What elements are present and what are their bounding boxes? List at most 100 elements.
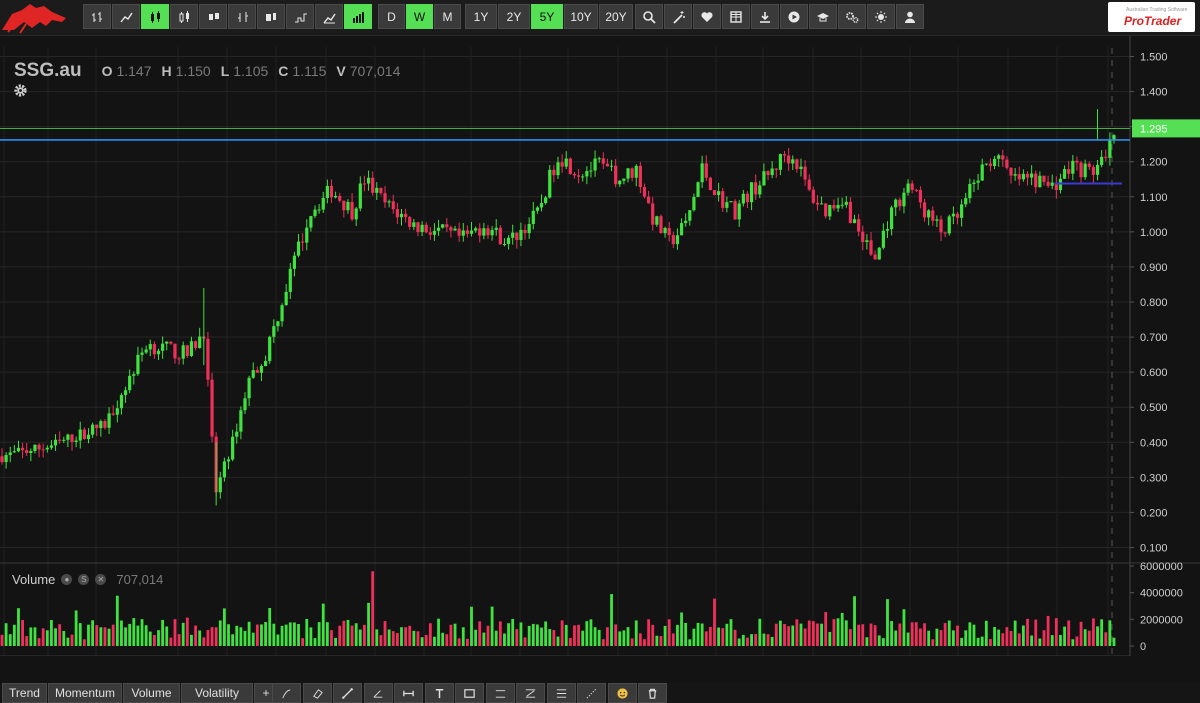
candle xyxy=(1083,163,1087,178)
volume-bar xyxy=(325,622,329,646)
volume-bar xyxy=(869,623,873,646)
channel-tool-button[interactable] xyxy=(546,683,576,703)
volume-bar xyxy=(873,625,877,646)
measure-tool-button[interactable] xyxy=(394,683,423,703)
eye-icon[interactable]: ● xyxy=(61,574,73,585)
volume-bar xyxy=(779,620,782,646)
volume-bar xyxy=(676,624,679,646)
chart-type-volume-candles-button[interactable] xyxy=(257,4,285,29)
cogs-button[interactable] xyxy=(838,4,866,29)
fibonacci-tool-button[interactable] xyxy=(516,683,545,703)
candle xyxy=(848,201,853,224)
candle xyxy=(811,189,815,203)
candle xyxy=(671,235,675,245)
volume-bar xyxy=(498,621,502,646)
indicator-tab-volume[interactable]: Volume xyxy=(123,683,180,703)
indicator-tab-momentum[interactable]: Momentum xyxy=(48,683,122,703)
chart-type-ohlc-bars-button[interactable] xyxy=(83,4,111,29)
volume-bar xyxy=(214,627,218,646)
indicator-tab-volatility[interactable]: Volatility xyxy=(181,683,253,703)
emoji-tool-button[interactable] xyxy=(607,683,637,703)
candle xyxy=(177,358,181,360)
interval-m-button[interactable]: M xyxy=(434,4,461,29)
volume-bar xyxy=(544,621,548,646)
volume-bar xyxy=(148,631,152,646)
candle xyxy=(819,203,824,205)
sun-button[interactable] xyxy=(867,4,895,29)
candle xyxy=(737,203,741,220)
candle xyxy=(988,163,993,166)
candle xyxy=(609,165,614,167)
heart-button[interactable] xyxy=(693,4,721,29)
play-button[interactable] xyxy=(780,4,808,29)
gear-icon[interactable] xyxy=(13,83,28,98)
trendline-tool-button[interactable] xyxy=(333,683,362,703)
chart-type-heikin-ashi-button[interactable] xyxy=(199,4,227,29)
candle xyxy=(663,227,667,234)
grid-icon xyxy=(730,10,742,23)
chart-type-candles-button[interactable] xyxy=(141,4,169,29)
candle xyxy=(564,158,568,167)
volume-tick-label: 6000000 xyxy=(1140,561,1183,573)
volume-bar xyxy=(58,624,62,646)
range-20y-button[interactable]: 20Y xyxy=(599,4,633,29)
volume-bar xyxy=(585,621,589,646)
volume-bar xyxy=(626,627,630,646)
text-tool-button[interactable] xyxy=(424,683,454,703)
user-button[interactable] xyxy=(896,4,924,29)
search-button[interactable] xyxy=(635,4,663,29)
chart-type-volume-bars-button[interactable] xyxy=(344,4,372,29)
volume-bar xyxy=(692,628,696,646)
candle xyxy=(1001,155,1005,160)
cursor-tool-button[interactable] xyxy=(272,683,301,703)
interval-w-button[interactable]: W xyxy=(406,4,433,29)
volume-bar xyxy=(980,636,984,646)
hollow-candles-icon xyxy=(179,10,189,23)
candle xyxy=(1071,160,1075,174)
rectangle-tool-button[interactable] xyxy=(455,683,484,703)
grid-button[interactable] xyxy=(722,4,750,29)
horizontal-line-tool-button[interactable] xyxy=(485,683,515,703)
indicator-tab-trend-label: Trend xyxy=(9,686,40,700)
trash-tool-button[interactable] xyxy=(638,683,667,703)
candle xyxy=(992,158,997,166)
price-tick-label: 1.000 xyxy=(1140,227,1168,239)
magic-wand-button[interactable] xyxy=(664,4,692,29)
range-5y-button[interactable]: 5Y xyxy=(531,4,563,29)
volume-bar xyxy=(91,620,95,646)
chart-type-hlc-bars-button[interactable] xyxy=(228,4,256,29)
range-2y-button[interactable]: 2Y xyxy=(498,4,530,29)
volume-bar xyxy=(1030,635,1034,646)
volume-bar xyxy=(902,609,906,646)
candle xyxy=(947,216,951,234)
chart-type-renko-button[interactable] xyxy=(286,4,314,29)
volume-bar xyxy=(927,630,931,646)
indicator-tab-trend[interactable]: Trend xyxy=(2,683,47,703)
price-chart[interactable]: 1.5001.4001.3001.2001.1001.0000.9000.800… xyxy=(0,36,1200,656)
volume-bar xyxy=(741,634,745,646)
dotted-line-tool-button[interactable] xyxy=(577,683,606,703)
volume-bar xyxy=(375,629,379,646)
volume-bar xyxy=(898,623,902,646)
settings-s-icon[interactable]: S xyxy=(78,574,90,585)
candle xyxy=(857,219,861,232)
chart-type-hollow-candles-button[interactable] xyxy=(170,4,198,29)
volume-bar xyxy=(1054,618,1058,646)
candle xyxy=(301,241,305,243)
candle xyxy=(519,229,523,240)
range-1y-button[interactable]: 1Y xyxy=(465,4,497,29)
chart-type-line-button[interactable] xyxy=(112,4,140,29)
candle xyxy=(791,159,795,164)
candle xyxy=(836,205,840,209)
candle xyxy=(1046,181,1050,186)
download-button[interactable] xyxy=(751,4,779,29)
close-icon[interactable]: ✕ xyxy=(95,574,107,585)
volume-bar xyxy=(441,632,445,646)
eraser-tool-button[interactable] xyxy=(302,683,332,703)
interval-d-button[interactable]: D xyxy=(378,4,405,29)
chart-type-mountain-button[interactable] xyxy=(315,4,343,29)
graduation-cap-button[interactable] xyxy=(809,4,837,29)
volume-bar xyxy=(120,620,123,646)
range-10y-button[interactable]: 10Y xyxy=(564,4,598,29)
angle-tool-button[interactable] xyxy=(363,683,393,703)
